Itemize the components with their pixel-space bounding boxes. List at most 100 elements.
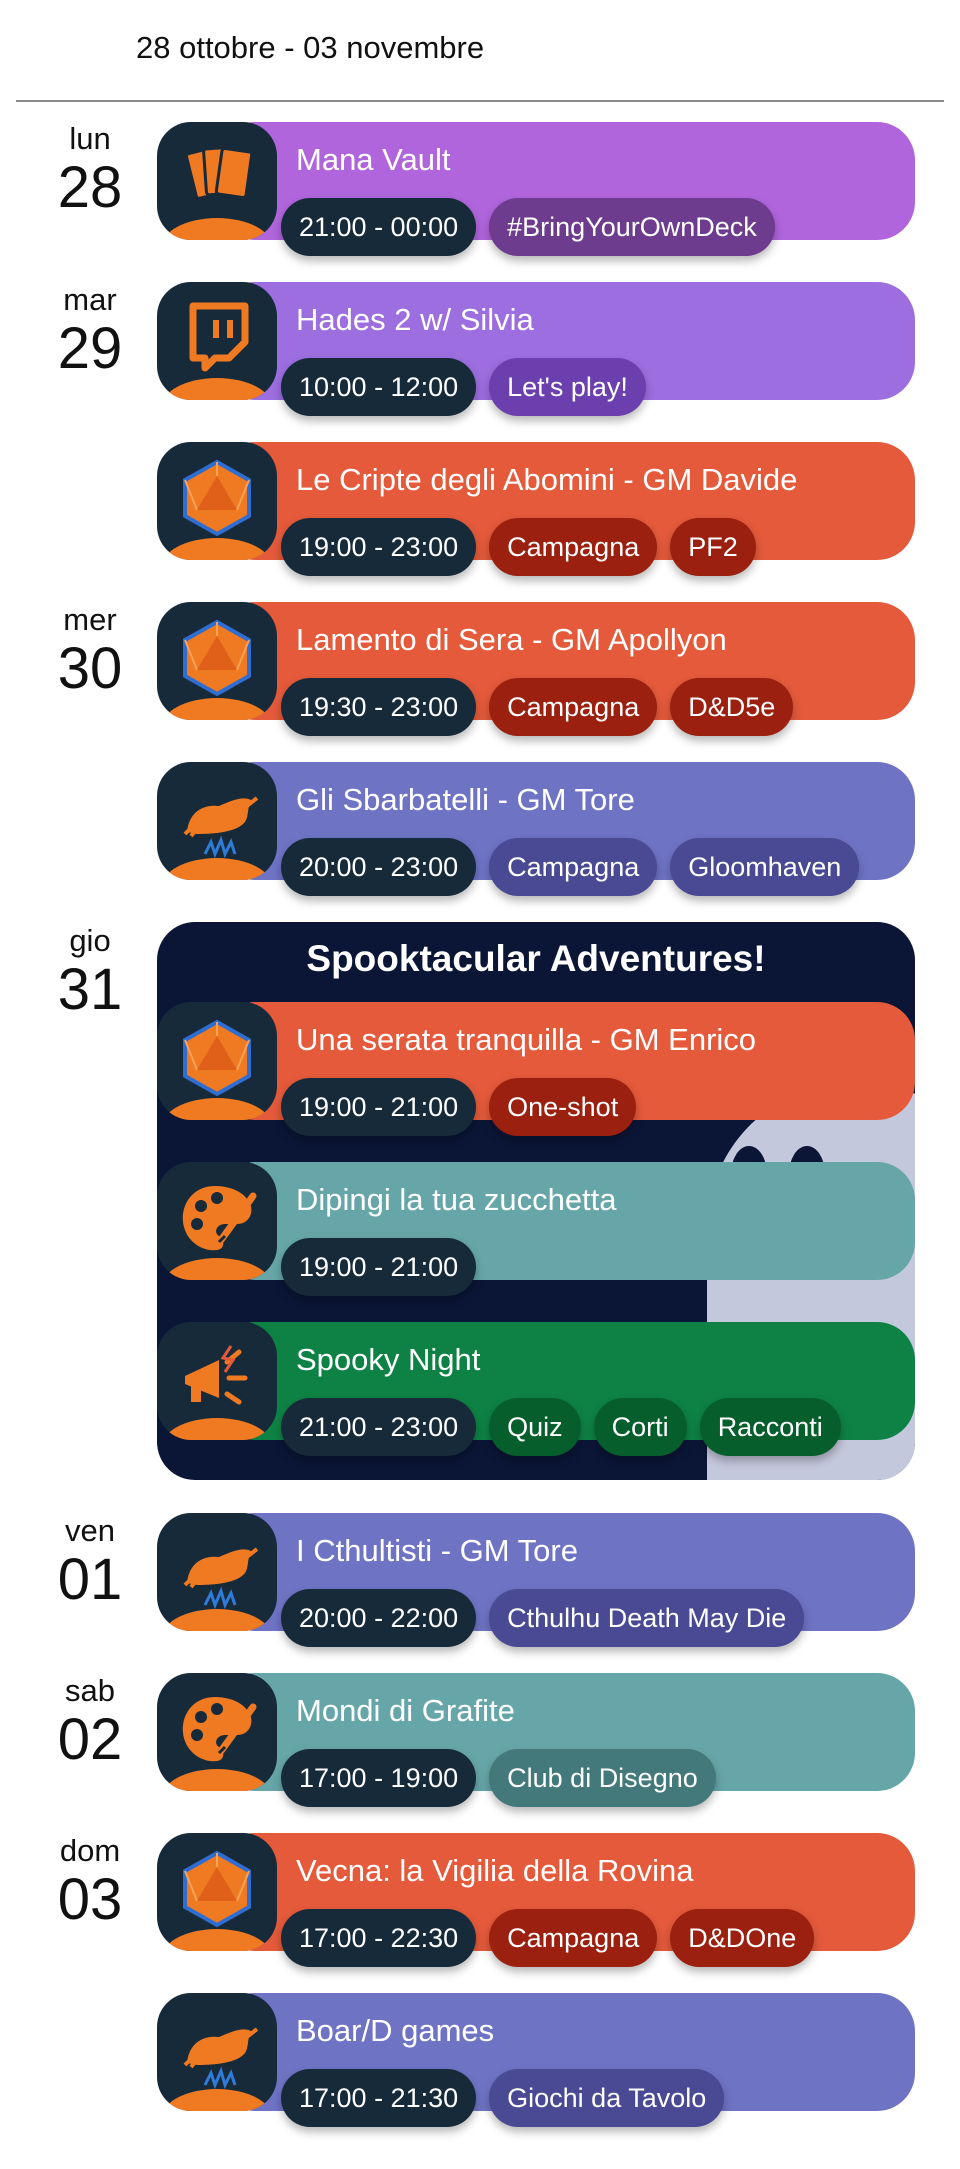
event-title: Le Cripte degli Abomini - GM Davide (296, 462, 798, 497)
icon-arc (161, 1098, 273, 1120)
event-card[interactable]: Le Cripte degli Abomini - GM Davide 19:00… (157, 442, 915, 576)
event-pills: 19:00 - 21:00 One-shot (281, 1078, 637, 1136)
event-tag-pill: Campagna (489, 1909, 658, 1967)
megaphone-icon (185, 1345, 248, 1405)
event-title: Dipingi la tua zucchetta (296, 1182, 617, 1217)
day-number: 03 (57, 1867, 123, 1932)
event-time-pill: 19:00 - 21:00 (281, 1078, 477, 1136)
event-tag-pill: Club di Disegno (489, 1749, 716, 1807)
icon-arc (161, 1418, 273, 1440)
event-pills: 17:00 - 21:30 Giochi da Tavolo (281, 2069, 725, 2127)
day-name: sab (65, 1673, 115, 1708)
event-tag-pill: Gloomhaven (670, 838, 860, 896)
event-icon-box (157, 1162, 277, 1280)
event-time-pill: 17:00 - 19:00 (281, 1749, 477, 1807)
event-tag-pill: Giochi da Tavolo (489, 2069, 725, 2127)
event-time-pill: 19:00 - 23:00 (281, 518, 477, 576)
event-pills: 17:00 - 22:30 Campagna D&DOne (281, 1909, 815, 1967)
boar-icon (183, 1547, 259, 1610)
event-card[interactable]: Gli Sbarbatelli - GM Tore 20:00 - 23:00 Ca… (157, 762, 915, 896)
day-label: lun 28 (40, 122, 140, 220)
event-icon-box (157, 1513, 277, 1631)
boar-icon (183, 796, 259, 859)
day-name: ven (65, 1513, 115, 1548)
day-label: dom 03 (40, 1834, 140, 1932)
event-title: Mondi di Grafite (296, 1693, 515, 1728)
event-card[interactable]: Boar/D games 17:00 - 21:30 Giochi da Tavol… (157, 1993, 915, 2127)
event-title: Boar/D games (296, 2013, 495, 2048)
event-icon-box (157, 282, 277, 400)
event-card[interactable]: Hades 2 w/ Silvia 10:00 - 12:00 Let's play… (157, 282, 915, 416)
day-label: sab 02 (40, 1674, 140, 1772)
event-card[interactable]: Dipingi la tua zucchetta 19:00 - 21:00 (157, 1162, 915, 1296)
event-time-pill: 17:00 - 21:30 (281, 2069, 477, 2127)
event-card[interactable]: Spooky Night 21:00 - 23:00 Quiz Corti Raccon… (157, 1322, 915, 1456)
day-number: 01 (57, 1547, 123, 1612)
special-event-panel: Spooktacular Adventures! Una serata tran… (157, 922, 915, 1480)
day-number: 28 (57, 155, 123, 220)
event-icon-box (157, 1322, 277, 1440)
icon-arc (161, 698, 273, 720)
event-card[interactable]: Mana Vault 21:00 - 00:00 #BringYourOwnDeck (157, 122, 915, 256)
icon-arc (161, 538, 273, 560)
event-card[interactable]: I Cthultisti - GM Tore 20:00 - 22:00 Cthul… (157, 1513, 915, 1647)
event-card[interactable]: Vecna: la Vigilia della Rovina 17:00 - 22… (157, 1833, 915, 1967)
icon-arc (161, 1258, 273, 1280)
event-title: Spooky Night (296, 1342, 481, 1377)
event-time-pill: 20:00 - 23:00 (281, 838, 477, 896)
event-icon-box (157, 1673, 277, 1791)
week-range-title: 28 ottobre - 03 novembre (136, 30, 485, 65)
event-title: I Cthultisti - GM Tore (296, 1533, 578, 1568)
event-card[interactable]: Mondi di Grafite 17:00 - 19:00 Club di Dis… (157, 1673, 915, 1807)
icon-arc (161, 1769, 273, 1791)
icon-arc (161, 218, 273, 240)
d20-icon (183, 459, 251, 537)
event-tag-pill: One-shot (489, 1078, 637, 1136)
event-tag-pill: Let's play! (489, 358, 646, 416)
day-name: mar (63, 282, 117, 317)
d20-icon (183, 1850, 251, 1928)
event-time-pill: 21:00 - 00:00 (281, 198, 477, 256)
event-time-pill: 19:30 - 23:00 (281, 678, 477, 736)
palette-icon (182, 1697, 257, 1762)
day-label: mar 29 (40, 283, 140, 381)
header-divider (16, 100, 944, 102)
event-card[interactable]: Una serata tranquilla - GM Enrico 19:00 -… (157, 1002, 915, 1136)
event-tag-pill: Campagna (489, 678, 658, 736)
icon-arc (161, 2089, 273, 2111)
boar-icon (183, 2027, 259, 2090)
day-name: gio (69, 923, 111, 958)
event-pills: 19:00 - 23:00 Campagna PF2 (281, 518, 756, 576)
event-title: Gli Sbarbatelli - GM Tore (296, 782, 635, 817)
event-tag-pill: Campagna (489, 838, 658, 896)
event-tag-pill: D&D5e (670, 678, 794, 736)
event-time-pill: 17:00 - 22:30 (281, 1909, 477, 1967)
icon-arc (161, 378, 273, 400)
event-icon-box (157, 122, 277, 240)
d20-icon (183, 619, 251, 697)
event-pills: 21:00 - 00:00 #BringYourOwnDeck (281, 198, 775, 256)
day-label: mer 30 (40, 603, 140, 701)
palette-icon (182, 1186, 257, 1251)
special-event-title: Spooktacular Adventures! (306, 938, 766, 979)
event-tag-pill: PF2 (670, 518, 756, 576)
event-tag-pill: Cthulhu Death May Die (489, 1589, 805, 1647)
event-icon-box (157, 762, 277, 880)
event-pills: 19:00 - 21:00 (281, 1238, 477, 1296)
event-card[interactable]: Lamento di Sera - GM Apollyon 19:30 - 23:… (157, 602, 915, 736)
day-number: 31 (57, 957, 123, 1022)
event-time-pill: 20:00 - 22:00 (281, 1589, 477, 1647)
icon-arc (161, 1609, 273, 1631)
event-title: Una serata tranquilla - GM Enrico (296, 1022, 757, 1057)
cards-icon (185, 145, 254, 200)
day-number: 02 (57, 1707, 123, 1772)
d20-icon (183, 1019, 251, 1097)
event-tag-pill: Racconti (699, 1398, 841, 1456)
event-title: Vecna: la Vigilia della Rovina (296, 1853, 694, 1888)
event-title: Mana Vault (296, 142, 451, 177)
event-tag-pill: D&DOne (670, 1909, 815, 1967)
event-title: Lamento di Sera - GM Apollyon (296, 622, 727, 657)
day-name: mer (63, 602, 117, 637)
event-icon-box (157, 1833, 277, 1951)
event-icon-box (157, 442, 277, 560)
